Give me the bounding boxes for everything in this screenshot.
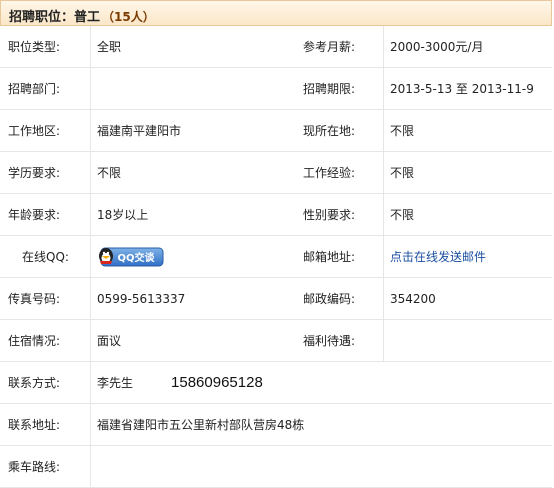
benefits-label: 福利待遇: — [295, 319, 384, 362]
fax-value: 0599-5613337 — [90, 277, 295, 320]
table-row: 传真号码: 0599-5613337 邮政编码: 354200 — [0, 277, 552, 320]
job-detail-panel: 招聘职位：普工 （15人） 职位类型: 全职 参考月薪: 2000-3000元/月… — [0, 0, 554, 488]
job-type-value: 全职 — [90, 26, 295, 68]
work-area-value: 福建南平建阳市 — [90, 109, 295, 152]
experience-value: 不限 — [383, 151, 552, 194]
contact-person: 李先生 — [97, 376, 134, 390]
postcode-value: 354200 — [383, 277, 552, 320]
table-row: 职位类型: 全职 参考月薪: 2000-3000元/月 — [0, 26, 552, 68]
benefits-value — [383, 319, 552, 362]
gender-value: 不限 — [383, 193, 552, 236]
department-label: 招聘部门: — [0, 67, 91, 110]
qq-label: 在线QQ: — [0, 235, 91, 278]
table-row: 招聘部门: 招聘期限: 2013-5-13 至 2013-11-9 — [0, 67, 552, 110]
salary-value: 2000-3000元/月 — [383, 26, 552, 68]
table-row: 联系地址: 福建省建阳市五公里新村部队营房48栋 — [0, 403, 552, 446]
experience-label: 工作经验: — [295, 151, 384, 194]
job-title: 招聘职位：普工 （15人） — [9, 6, 155, 25]
postcode-label: 邮政编码: — [295, 277, 384, 320]
table-row: 工作地区: 福建南平建阳市 现所在地: 不限 — [0, 109, 552, 152]
fax-label: 传真号码: — [0, 277, 91, 320]
qq-value: QQ交谈 — [90, 235, 295, 278]
address-value: 福建省建阳市五公里新村部队营房48栋 — [90, 403, 552, 446]
contact-value-cell: 李先生 15860965128 — [90, 361, 552, 404]
salary-label: 参考月薪: — [295, 26, 384, 68]
job-headcount: （15人） — [102, 10, 155, 24]
table-row: 在线QQ: QQ交谈 邮箱地址: 点击在线发送邮件 — [0, 235, 552, 278]
department-value — [90, 67, 295, 110]
job-info-table: 职位类型: 全职 参考月薪: 2000-3000元/月 招聘部门: 招聘期限: … — [0, 26, 552, 488]
table-row: 年龄要求: 18岁以上 性别要求: 不限 — [0, 193, 552, 236]
accommodation-label: 住宿情况: — [0, 319, 91, 362]
qq-chat-button[interactable]: QQ交谈 — [97, 245, 165, 269]
table-row: 联系方式: 李先生 15860965128 — [0, 361, 552, 404]
current-location-value: 不限 — [383, 109, 552, 152]
table-row: 乘车路线: — [0, 445, 552, 488]
work-area-label: 工作地区: — [0, 109, 91, 152]
period-label: 招聘期限: — [295, 67, 384, 110]
qq-chat-button-label: QQ交谈 — [117, 251, 155, 264]
contact-label: 联系方式: — [0, 361, 91, 404]
route-label: 乘车路线: — [0, 445, 91, 488]
accommodation-value: 面议 — [90, 319, 295, 362]
age-label: 年龄要求: — [0, 193, 91, 236]
qq-penguin-icon: QQ交谈 — [99, 247, 164, 266]
age-value: 18岁以上 — [90, 193, 295, 236]
job-name: 普工 — [74, 10, 101, 25]
email-value-cell: 点击在线发送邮件 — [383, 235, 552, 278]
address-label: 联系地址: — [0, 403, 91, 446]
route-value — [90, 445, 552, 488]
period-value: 2013-5-13 至 2013-11-9 — [383, 67, 552, 110]
job-title-label: 招聘职位： — [9, 10, 75, 25]
table-row: 住宿情况: 面议 福利待遇: — [0, 319, 552, 362]
contact-phone: 15860965128 — [171, 374, 263, 391]
send-email-link[interactable]: 点击在线发送邮件 — [390, 250, 486, 264]
table-row: 学历要求: 不限 工作经验: 不限 — [0, 151, 552, 194]
education-value: 不限 — [90, 151, 295, 194]
education-label: 学历要求: — [0, 151, 91, 194]
email-label: 邮箱地址: — [295, 235, 384, 278]
current-location-label: 现所在地: — [295, 109, 384, 152]
job-header: 招聘职位：普工 （15人） — [0, 0, 552, 26]
gender-label: 性别要求: — [295, 193, 384, 236]
job-type-label: 职位类型: — [0, 26, 91, 68]
